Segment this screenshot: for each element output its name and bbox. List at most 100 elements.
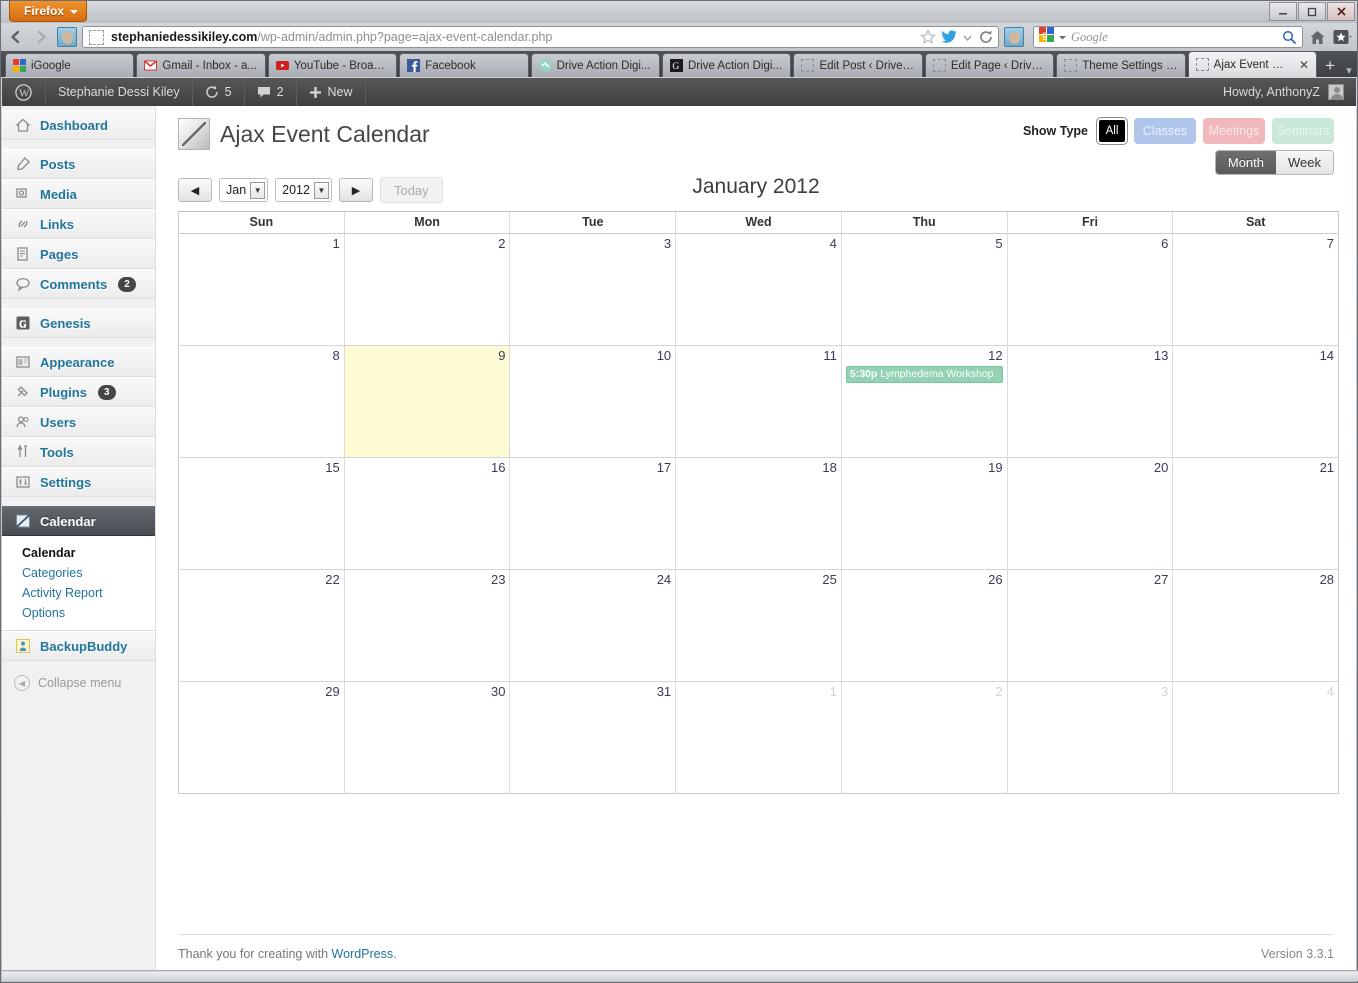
comments-menu[interactable]: 2 [245, 78, 297, 106]
calendar-day-cell[interactable]: 3 [1007, 682, 1174, 793]
next-month-button[interactable]: ▶ [338, 178, 373, 202]
browser-tab[interactable]: iGoogle [5, 53, 135, 77]
home-button[interactable] [1306, 26, 1328, 48]
calendar-day-cell[interactable]: 11 [676, 346, 842, 457]
calendar-day-cell[interactable]: 18 [676, 458, 842, 569]
sidebar-item-tools[interactable]: Tools [2, 437, 155, 467]
month-select[interactable]: Jan ▼ [219, 178, 269, 202]
sidebar-item-plugins[interactable]: Plugins 3 [2, 377, 155, 407]
bookmarks-button[interactable] [1331, 26, 1353, 48]
sidebar-item-comments[interactable]: Comments 2 [2, 269, 155, 299]
calendar-day-cell[interactable]: 9 [344, 346, 511, 457]
calendar-day-cell[interactable]: 8 [179, 346, 345, 457]
collapse-menu-button[interactable]: ◀ Collapse menu [2, 669, 155, 697]
bookmark-star-icon[interactable] [920, 29, 936, 45]
sidebar-item-links[interactable]: Links [2, 209, 155, 239]
search-input[interactable]: Google [1071, 30, 1278, 45]
browser-tab[interactable]: Drive Action Digi... [530, 53, 661, 77]
forward-button[interactable] [30, 26, 52, 48]
sidebar-item-genesis[interactable]: G Genesis [2, 308, 155, 338]
new-content-menu[interactable]: New [297, 78, 366, 106]
sidebar-item-settings[interactable]: Settings [2, 467, 155, 497]
browser-tab[interactable]: Edit Page ‹ Drive ... [924, 53, 1055, 77]
view-toggle-month[interactable]: Month [1215, 151, 1276, 174]
calendar-day-cell[interactable]: 30 [344, 682, 511, 793]
calendar-day-cell[interactable]: 19 [841, 458, 1008, 569]
calendar-day-cell[interactable]: 23 [344, 570, 511, 681]
search-bar[interactable]: g Google [1033, 26, 1303, 48]
calendar-day-cell[interactable]: 25 [676, 570, 842, 681]
calendar-day-cell[interactable]: 17 [510, 458, 677, 569]
browser-tab[interactable]: Facebook [399, 53, 529, 77]
browser-tab[interactable]: Ajax Event Cal... ✕ [1187, 51, 1318, 77]
browser-tab[interactable]: G Drive Action Digi... [662, 53, 792, 77]
calendar-day-cell[interactable]: 7 [1173, 234, 1339, 345]
sidebar-item-calendar[interactable]: Calendar [2, 506, 166, 537]
wp-logo-button[interactable]: W [2, 78, 46, 106]
browser-tab[interactable]: Edit Post ‹ Drive ... [793, 53, 923, 77]
site-name-menu[interactable]: Stephanie Dessi Kiley [46, 78, 193, 106]
filter-button-seminars[interactable]: Seminars [1272, 118, 1334, 144]
sidebar-item-pages[interactable]: Pages [2, 239, 155, 269]
updates-menu[interactable]: 5 [193, 78, 245, 106]
new-tab-button[interactable]: + [1319, 55, 1341, 77]
chevron-down-icon[interactable] [962, 32, 973, 43]
minimize-button[interactable] [1269, 2, 1297, 21]
calendar-day-cell[interactable]: 2 [344, 234, 511, 345]
horizontal-scrollbar[interactable] [2, 970, 1358, 981]
reload-icon[interactable] [978, 29, 994, 45]
view-toggle-week[interactable]: Week [1276, 151, 1333, 174]
submenu-item-options[interactable]: Options [2, 603, 155, 623]
close-tab-icon[interactable]: ✕ [1296, 58, 1309, 72]
sidebar-item-backupbuddy[interactable]: BackupBuddy [2, 631, 155, 661]
sidebar-item-media[interactable]: Media [2, 179, 155, 209]
firefox-menu-button[interactable]: Firefox [9, 1, 88, 22]
maximize-button[interactable] [1298, 2, 1326, 21]
submenu-item-activity-report[interactable]: Activity Report [2, 583, 155, 603]
twitter-bird-icon[interactable] [941, 30, 957, 44]
calendar-day-cell[interactable]: 6 [1007, 234, 1174, 345]
calendar-day-cell[interactable]: 1 [179, 234, 345, 345]
browser-tab[interactable]: YouTube - Broad... [267, 53, 398, 77]
search-icon[interactable] [1282, 30, 1297, 45]
calendar-day-cell[interactable]: 12 5:30p Lymphedema Workshop [841, 346, 1008, 457]
back-button[interactable] [5, 26, 27, 48]
today-button[interactable]: Today [379, 177, 443, 203]
calendar-day-cell[interactable]: 1 [676, 682, 842, 793]
calendar-event[interactable]: 5:30p Lymphedema Workshop [845, 366, 1003, 383]
calendar-day-cell[interactable]: 13 [1007, 346, 1174, 457]
calendar-day-cell[interactable]: 3 [510, 234, 677, 345]
submenu-item-calendar[interactable]: Calendar [2, 543, 155, 563]
filter-button-all[interactable]: All [1097, 118, 1127, 144]
calendar-day-cell[interactable]: 22 [179, 570, 345, 681]
addon-owl-icon[interactable] [1004, 27, 1024, 47]
calendar-day-cell[interactable]: 28 [1173, 570, 1339, 681]
calendar-day-cell[interactable]: 16 [344, 458, 511, 569]
list-all-tabs-icon[interactable]: ▾ [1341, 64, 1357, 77]
wordpress-link[interactable]: WordPress [332, 947, 394, 961]
filter-button-classes[interactable]: Classes [1134, 118, 1196, 144]
address-bar[interactable]: stephaniedessikiley.com/wp-admin/admin.p… [82, 26, 999, 48]
calendar-day-cell[interactable]: 29 [179, 682, 345, 793]
site-identity-icon[interactable] [57, 27, 77, 47]
calendar-day-cell[interactable]: 26 [841, 570, 1008, 681]
calendar-day-cell[interactable]: 2 [841, 682, 1008, 793]
browser-tab[interactable]: Theme Settings ‹ ... [1056, 53, 1186, 77]
calendar-day-cell[interactable]: 15 [179, 458, 345, 569]
sidebar-item-appearance[interactable]: Appearance [2, 347, 155, 377]
submenu-item-categories[interactable]: Categories [2, 563, 155, 583]
search-engine-chevron-icon[interactable] [1058, 33, 1067, 42]
prev-month-button[interactable]: ◀ [178, 178, 212, 202]
sidebar-item-posts[interactable]: Posts [2, 149, 155, 179]
calendar-day-cell[interactable]: 27 [1007, 570, 1174, 681]
calendar-day-cell[interactable]: 4 [676, 234, 842, 345]
scrollbar-thumb[interactable] [2, 972, 1358, 981]
calendar-day-cell[interactable]: 4 [1173, 682, 1339, 793]
year-select[interactable]: 2012 ▼ [275, 178, 332, 202]
account-menu[interactable]: Howdy, AnthonyZ [1223, 84, 1356, 100]
calendar-day-cell[interactable]: 21 [1173, 458, 1339, 569]
browser-tab[interactable]: Gmail - Inbox - a... [136, 53, 266, 77]
calendar-day-cell[interactable]: 14 [1173, 346, 1339, 457]
sidebar-item-users[interactable]: Users [2, 407, 155, 437]
sidebar-item-dashboard[interactable]: Dashboard [2, 110, 155, 140]
